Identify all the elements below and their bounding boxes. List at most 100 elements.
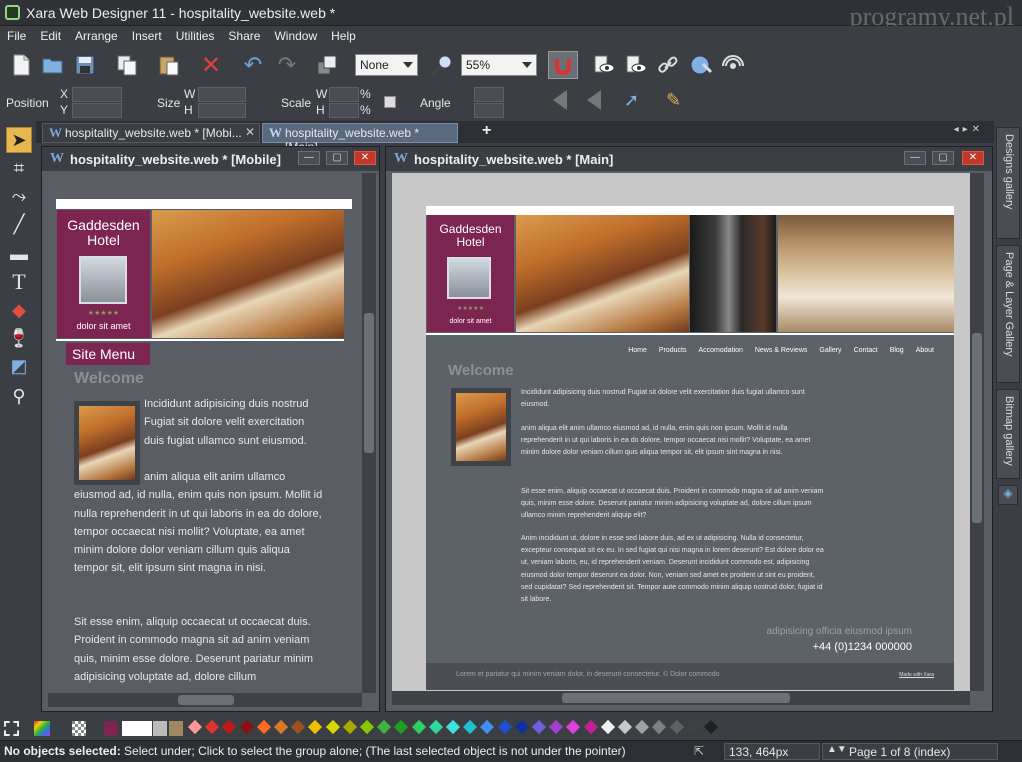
- minimize-button[interactable]: —: [904, 151, 926, 165]
- horizontal-scrollbar[interactable]: [48, 693, 362, 707]
- zoom-tool-icon[interactable]: ⚲: [6, 383, 32, 409]
- color-swatch[interactable]: [187, 719, 203, 735]
- swatch-white[interactable]: [122, 721, 152, 736]
- nav-products[interactable]: Products: [659, 347, 687, 354]
- color-swatch[interactable]: [480, 719, 495, 735]
- bring-to-front-icon[interactable]: [314, 52, 340, 78]
- undo-icon[interactable]: ↶: [240, 52, 266, 78]
- swatch-maroon[interactable]: [104, 721, 118, 736]
- delete-icon[interactable]: ✕: [198, 52, 224, 79]
- y-field[interactable]: [72, 103, 122, 118]
- scale-height-field[interactable]: [329, 103, 359, 118]
- gallery-icon[interactable]: ◈: [998, 485, 1018, 505]
- link-icon[interactable]: [655, 52, 681, 78]
- page-layer-gallery-tab[interactable]: Page & Layer Gallery: [996, 245, 1020, 383]
- publish-icon[interactable]: [720, 52, 746, 78]
- copy-icon[interactable]: [114, 52, 140, 78]
- preview-icon[interactable]: [591, 52, 617, 78]
- transparent-swatch[interactable]: [72, 721, 86, 736]
- paste-icon[interactable]: [156, 52, 182, 78]
- menu-edit[interactable]: Edit: [33, 26, 68, 43]
- page-indicator[interactable]: ▲▼ Page 1 of 8 (index): [822, 743, 998, 760]
- maximize-button[interactable]: ▢: [326, 151, 348, 165]
- transparency-tool-icon[interactable]: 🍷: [6, 325, 32, 351]
- nav-accomodation[interactable]: Accomodation: [699, 347, 743, 354]
- new-document-icon[interactable]: [8, 52, 34, 78]
- swatch-tan[interactable]: [169, 721, 183, 736]
- color-swatch[interactable]: [669, 719, 684, 735]
- rectangle-tool-icon[interactable]: ▬: [6, 241, 32, 267]
- tab-mobile[interactable]: W hospitality_website.web * [Mobi... ✕: [42, 123, 260, 143]
- text-tool-icon[interactable]: T: [6, 269, 32, 295]
- color-swatch[interactable]: [445, 719, 461, 735]
- snap-magnet-icon[interactable]: [548, 51, 578, 79]
- menu-window[interactable]: Window: [267, 26, 324, 43]
- swatch-light-gray[interactable]: [153, 721, 167, 736]
- color-swatch[interactable]: [256, 719, 271, 735]
- menu-file[interactable]: File: [0, 26, 33, 43]
- menu-insert[interactable]: Insert: [125, 26, 169, 43]
- angle-field[interactable]: [474, 87, 504, 102]
- selector-tool-icon[interactable]: ➤: [6, 127, 32, 153]
- vertical-scrollbar[interactable]: [970, 173, 984, 691]
- scroll-thumb[interactable]: [364, 313, 374, 453]
- new-tab-icon[interactable]: +: [482, 122, 491, 140]
- close-button[interactable]: ✕: [354, 151, 376, 165]
- color-swatch[interactable]: [239, 719, 254, 735]
- maximize-button[interactable]: ▢: [932, 151, 954, 165]
- nav-contact[interactable]: Contact: [854, 347, 878, 354]
- color-swatch[interactable]: [291, 719, 306, 735]
- color-swatch[interactable]: [600, 719, 615, 735]
- quality-dropdown[interactable]: None: [355, 54, 418, 76]
- color-picker-icon[interactable]: [34, 721, 50, 736]
- color-swatch[interactable]: [394, 719, 409, 735]
- color-swatch[interactable]: [531, 719, 547, 735]
- fill-tool-icon[interactable]: ◆: [6, 297, 32, 323]
- flip-horizontal-icon[interactable]: [553, 90, 567, 110]
- open-folder-icon[interactable]: [40, 52, 66, 78]
- crop-tool-icon[interactable]: ⌗: [6, 155, 32, 181]
- color-swatch[interactable]: [411, 719, 426, 735]
- minimize-button[interactable]: —: [298, 151, 320, 165]
- horizontal-scrollbar[interactable]: [392, 691, 970, 705]
- color-swatch[interactable]: [222, 719, 237, 735]
- nav-blog[interactable]: Blog: [890, 347, 904, 354]
- color-swatch[interactable]: [617, 719, 633, 735]
- scroll-thumb[interactable]: [972, 333, 982, 523]
- menu-share[interactable]: Share: [221, 26, 267, 43]
- height-field[interactable]: [198, 103, 246, 118]
- width-field[interactable]: [198, 87, 246, 102]
- color-swatch[interactable]: [342, 719, 357, 735]
- transform-icon[interactable]: ➚: [624, 90, 639, 111]
- color-swatch[interactable]: [428, 719, 443, 735]
- page-nav-arrows-icon[interactable]: ▲▼: [827, 744, 847, 755]
- preview-browser-icon[interactable]: [623, 52, 649, 78]
- scroll-thumb[interactable]: [562, 693, 790, 703]
- menu-help[interactable]: Help: [324, 26, 363, 43]
- made-with-xara-link[interactable]: Made with Xara: [899, 672, 934, 678]
- nav-about[interactable]: About: [916, 347, 934, 354]
- scroll-thumb[interactable]: [178, 695, 234, 705]
- shape-editor-tool-icon[interactable]: ⤳: [6, 183, 32, 209]
- color-swatch[interactable]: [463, 719, 478, 735]
- zoom-icon[interactable]: [430, 52, 456, 78]
- flip-vertical-icon[interactable]: [587, 90, 601, 110]
- menu-utilities[interactable]: Utilities: [169, 26, 222, 43]
- redo-icon[interactable]: ↷: [274, 52, 300, 78]
- bitmap-gallery-tab[interactable]: Bitmap gallery: [996, 389, 1020, 479]
- color-swatch[interactable]: [308, 719, 323, 735]
- color-swatch[interactable]: [549, 719, 564, 735]
- tag-icon[interactable]: ✎: [666, 90, 681, 111]
- vertical-scrollbar[interactable]: [362, 173, 376, 693]
- color-swatch[interactable]: [583, 719, 598, 735]
- designs-gallery-tab[interactable]: Designs gallery: [996, 127, 1020, 239]
- color-swatch[interactable]: [566, 719, 581, 735]
- skew-field[interactable]: [474, 103, 504, 118]
- scale-width-field[interactable]: [329, 87, 359, 102]
- color-swatch[interactable]: [686, 719, 701, 735]
- shadow-tool-icon[interactable]: ◩: [6, 353, 32, 379]
- color-swatch[interactable]: [514, 719, 529, 735]
- color-swatch[interactable]: [273, 719, 289, 735]
- color-swatch[interactable]: [497, 719, 512, 735]
- no-color-swatch[interactable]: [4, 721, 19, 736]
